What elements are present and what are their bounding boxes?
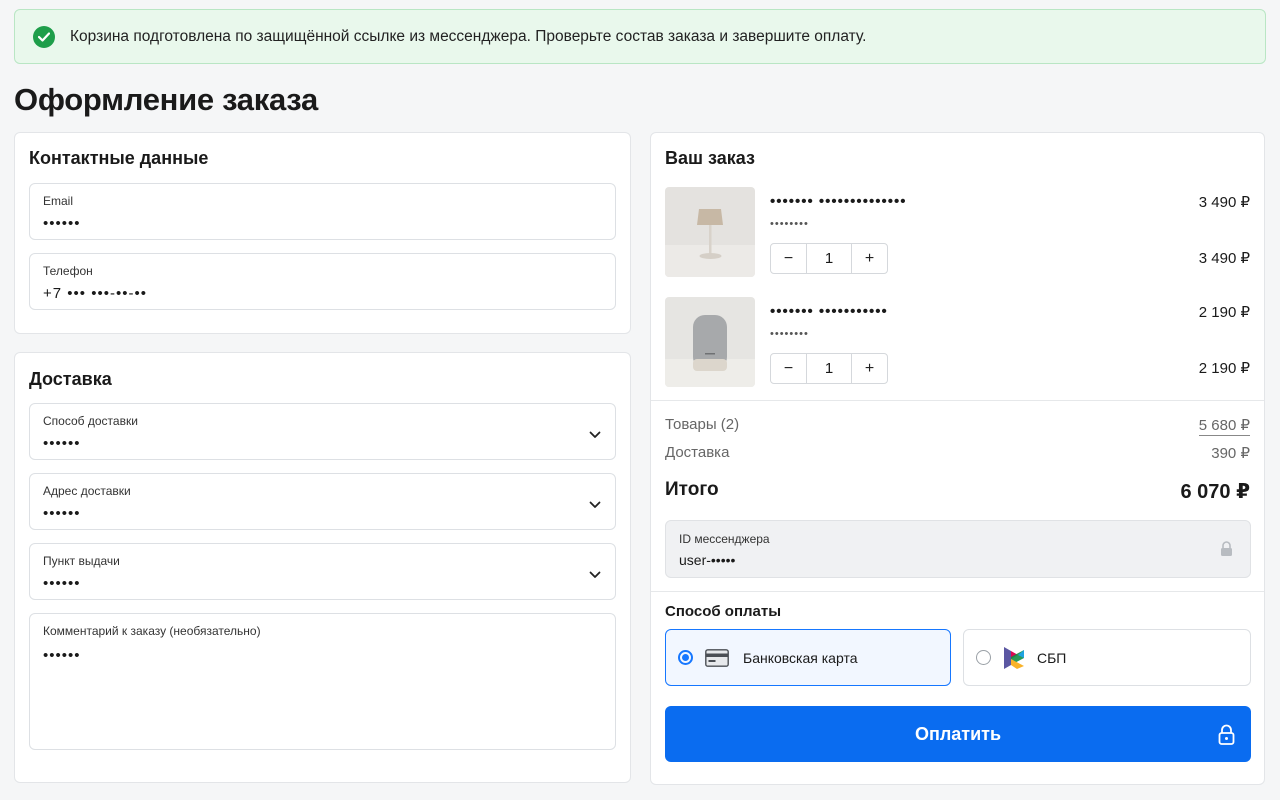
messenger-id-label: ID мессенджера — [679, 532, 770, 546]
delivery-cost-row: Доставка 390 ₽ — [665, 444, 1250, 462]
smart-speaker-image — [665, 297, 755, 387]
check-circle-icon — [33, 25, 55, 48]
chevron-down-icon — [589, 426, 601, 444]
quantity-stepper: − 1 + — [770, 243, 888, 274]
quantity-stepper: − 1 + — [770, 353, 888, 384]
table-lamp-image — [665, 187, 755, 277]
delivery-address-value: •••••• — [43, 505, 81, 522]
chevron-down-icon — [589, 566, 601, 584]
decrease-quantity-button[interactable]: − — [771, 244, 806, 273]
product-line-total: 2 190 ₽ — [1198, 360, 1250, 377]
payment-option-card[interactable]: Банковская карта — [665, 629, 951, 686]
product-subtitle: •••••••• — [770, 328, 809, 340]
phone-field[interactable]: Телефон +7 ••• •••-••-•• — [29, 253, 616, 310]
payment-method-title: Способ оплаты — [665, 603, 782, 620]
delivery-method-value: •••••• — [43, 435, 81, 452]
delivery-title: Доставка — [29, 369, 112, 389]
pay-button-label: Оплатить — [914, 723, 1002, 744]
divider — [651, 400, 1264, 401]
messenger-id-field: ID мессенджера user-••••• — [665, 520, 1251, 578]
radio-selected[interactable] — [678, 650, 693, 665]
quantity-value[interactable]: 1 — [806, 244, 852, 273]
contacts-title: Контактные данные — [29, 148, 209, 168]
bank-card-icon — [705, 648, 729, 667]
pickup-point-label: Пункт выдачи — [43, 554, 120, 568]
pickup-point-value: •••••• — [43, 575, 81, 592]
product-name: ••••••• ••••••••••• — [770, 303, 888, 320]
total-label: Итого — [665, 479, 719, 500]
chevron-down-icon — [589, 496, 601, 514]
order-title: Ваш заказ — [665, 148, 755, 168]
increase-quantity-button[interactable]: + — [852, 244, 887, 273]
delivery-address-select[interactable]: Адрес доставки •••••• — [29, 473, 616, 530]
email-field[interactable]: Email •••••• — [29, 183, 616, 240]
product-subtitle: •••••••• — [770, 218, 809, 230]
sbp-logo-icon — [1003, 646, 1025, 670]
banner-text: Корзина подготовлена по защищённой ссылк… — [70, 27, 867, 45]
increase-quantity-button[interactable]: + — [852, 354, 887, 383]
product-price: 2 190 ₽ — [1198, 304, 1250, 321]
radio-unselected[interactable] — [976, 650, 991, 665]
goods-value: 5 680 ₽ — [1198, 417, 1250, 436]
payment-option-sbp[interactable]: СБП — [963, 629, 1251, 686]
pickup-point-select[interactable]: Пункт выдачи •••••• — [29, 543, 616, 600]
delivery-cost-label: Доставка — [665, 444, 730, 461]
email-label: Email — [43, 194, 74, 208]
info-banner: Корзина подготовлена по защищённой ссылк… — [14, 9, 1266, 64]
quantity-value[interactable]: 1 — [806, 354, 852, 383]
goods-label: Товары (2) — [665, 416, 740, 433]
delivery-cost-value: 390 ₽ — [1211, 445, 1250, 462]
delivery-method-select[interactable]: Способ доставки •••••• — [29, 403, 616, 460]
payment-option-label: СБП — [1037, 649, 1067, 666]
messenger-id-value: user-••••• — [679, 552, 736, 568]
phone-label: Телефон — [43, 264, 93, 278]
pay-button[interactable]: Оплатить — [665, 706, 1251, 762]
delivery-method-label: Способ доставки — [43, 414, 138, 428]
product-name: ••••••• •••••••••••••• — [770, 193, 907, 210]
payment-option-label: Банковская карта — [743, 649, 858, 666]
order-card: Ваш заказ ••••••• •••••••••••••• •••••••… — [650, 132, 1265, 785]
product-line-total: 3 490 ₽ — [1198, 250, 1250, 267]
order-comment-value: •••••• — [43, 647, 81, 664]
order-comment-label: Комментарий к заказу (необязательно) — [43, 624, 261, 638]
page-title: Оформление заказа — [14, 82, 318, 117]
lock-icon — [1218, 724, 1235, 745]
phone-value: +7 ••• •••-••-•• — [43, 285, 147, 302]
product-price: 3 490 ₽ — [1198, 194, 1250, 211]
delivery-card: Доставка Способ доставки •••••• Адрес до… — [14, 352, 631, 783]
order-comment-textarea[interactable]: Комментарий к заказу (необязательно) •••… — [29, 613, 616, 750]
total-row: Итого 6 070 ₽ — [665, 479, 1250, 504]
lock-icon — [1220, 541, 1233, 562]
email-value: •••••• — [43, 215, 81, 232]
decrease-quantity-button[interactable]: − — [771, 354, 806, 383]
contacts-card: Контактные данные Email •••••• Телефон +… — [14, 132, 631, 334]
delivery-address-label: Адрес доставки — [43, 484, 131, 498]
goods-row: Товары (2) 5 680 ₽ — [665, 416, 1250, 436]
divider — [651, 591, 1264, 592]
total-value: 6 070 ₽ — [1180, 481, 1250, 503]
